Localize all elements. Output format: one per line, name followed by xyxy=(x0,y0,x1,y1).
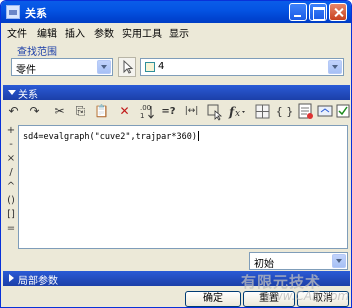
copy-icon[interactable]: ⎘ xyxy=(71,102,90,121)
window-title: 关系 xyxy=(25,7,47,20)
undo-icon[interactable]: ↶ xyxy=(4,102,23,121)
svg-text:x: x xyxy=(235,109,240,119)
scope-value: 零件 xyxy=(16,65,36,76)
display-icon xyxy=(317,105,333,117)
minus-operator[interactable]: - xyxy=(5,139,17,150)
square-pointer-icon xyxy=(207,104,223,121)
menu-utilities[interactable]: 实用工具 xyxy=(122,25,162,40)
collapse-triangle-icon xyxy=(8,90,16,95)
watermark-url: www.CAE.com xyxy=(263,289,350,303)
search-scope-label: 查找范围 xyxy=(17,47,57,58)
svg-text:.00: .00 xyxy=(140,104,151,112)
relations-toolbar: ↶ ↷ ✂ ⎘ 📋 ✕ .00 1 =? |↔| f x {} xyxy=(4,101,351,123)
relations-editor[interactable]: sd4=evalgraph("cuve2",trajpar*360) xyxy=(18,125,348,249)
minimize-button[interactable] xyxy=(289,3,307,21)
title-bar[interactable]: 关系 xyxy=(1,1,351,23)
print-table-icon xyxy=(298,103,313,119)
maximize-button[interactable] xyxy=(309,3,327,21)
dimension-icon[interactable]: |↔| xyxy=(182,102,201,121)
redo-icon[interactable]: ↷ xyxy=(25,102,44,121)
relation-text: sd4=evalgraph("cuve2",trajpar*360) xyxy=(23,132,197,142)
chevron-down-icon[interactable] xyxy=(97,60,111,74)
expand-triangle-icon xyxy=(9,274,14,282)
sort-numbers-icon: .00 1 xyxy=(140,104,154,120)
relation-line: sd4=evalgraph("cuve2",trajpar*360) xyxy=(23,131,199,142)
mode-value: 初始 xyxy=(254,259,274,270)
chevron-down-icon[interactable] xyxy=(328,60,342,74)
sort-icon[interactable]: .00 1 xyxy=(137,102,156,121)
verify-icon[interactable]: =? xyxy=(159,102,178,121)
menu-file[interactable]: 文件 xyxy=(7,25,27,40)
feature-icon xyxy=(145,62,155,72)
scope-select[interactable]: 零件 xyxy=(11,58,113,76)
power-operator[interactable]: ^ xyxy=(5,181,17,192)
menu-edit[interactable]: 编辑 xyxy=(37,25,57,40)
menu-bar: 文件 编辑 插入 参数 实用工具 显示 xyxy=(1,23,351,40)
table-icon[interactable] xyxy=(296,102,315,121)
text-cursor xyxy=(198,131,199,141)
equals-operator[interactable]: = xyxy=(5,223,17,234)
cut-icon[interactable]: ✂ xyxy=(50,102,69,121)
paste-icon[interactable]: 📋 xyxy=(92,102,111,121)
feature-value: 4 xyxy=(158,61,165,72)
menu-parameters[interactable]: 参数 xyxy=(94,25,114,40)
divide-operator[interactable]: / xyxy=(5,167,17,178)
local-params-label: 局部参数 xyxy=(18,276,58,287)
grid-icon xyxy=(255,104,270,119)
relations-section-label: 关系 xyxy=(18,90,38,101)
relations-section-header[interactable]: 关系 xyxy=(3,85,350,101)
fx-icon: f x xyxy=(228,105,245,119)
parameter-icon[interactable] xyxy=(253,102,272,121)
pick-dimension-icon[interactable] xyxy=(205,102,224,121)
brackets-operator[interactable]: [] xyxy=(5,209,17,220)
svg-text:1: 1 xyxy=(140,112,144,120)
menu-insert[interactable]: 插入 xyxy=(65,25,85,40)
feature-select[interactable]: 4 xyxy=(140,58,344,76)
plus-operator[interactable]: + xyxy=(5,125,17,136)
function-icon[interactable]: f x xyxy=(227,102,246,121)
delete-icon[interactable]: ✕ xyxy=(115,102,134,121)
brace-icon[interactable]: { } xyxy=(275,102,294,121)
app-icon xyxy=(6,5,20,19)
mode-select[interactable]: 初始 xyxy=(249,252,348,270)
parentheses-operator[interactable]: () xyxy=(5,195,17,206)
chevron-down-icon[interactable] xyxy=(332,254,346,268)
evaluate-icon[interactable] xyxy=(316,102,335,121)
select-arrow-button[interactable] xyxy=(118,57,136,77)
multiply-operator[interactable]: × xyxy=(5,153,17,164)
verify-check-icon xyxy=(336,104,350,118)
menu-display[interactable]: 显示 xyxy=(169,25,189,40)
checkmark-icon[interactable] xyxy=(334,102,351,121)
ok-button[interactable]: 确定 xyxy=(185,291,241,307)
relations-dialog: 关系 文件 编辑 插入 参数 实用工具 显示 查找范围 零件 4 关系 ↶ ↷ … xyxy=(0,0,352,308)
close-button[interactable] xyxy=(329,3,347,21)
cursor-arrow-icon xyxy=(123,59,134,74)
